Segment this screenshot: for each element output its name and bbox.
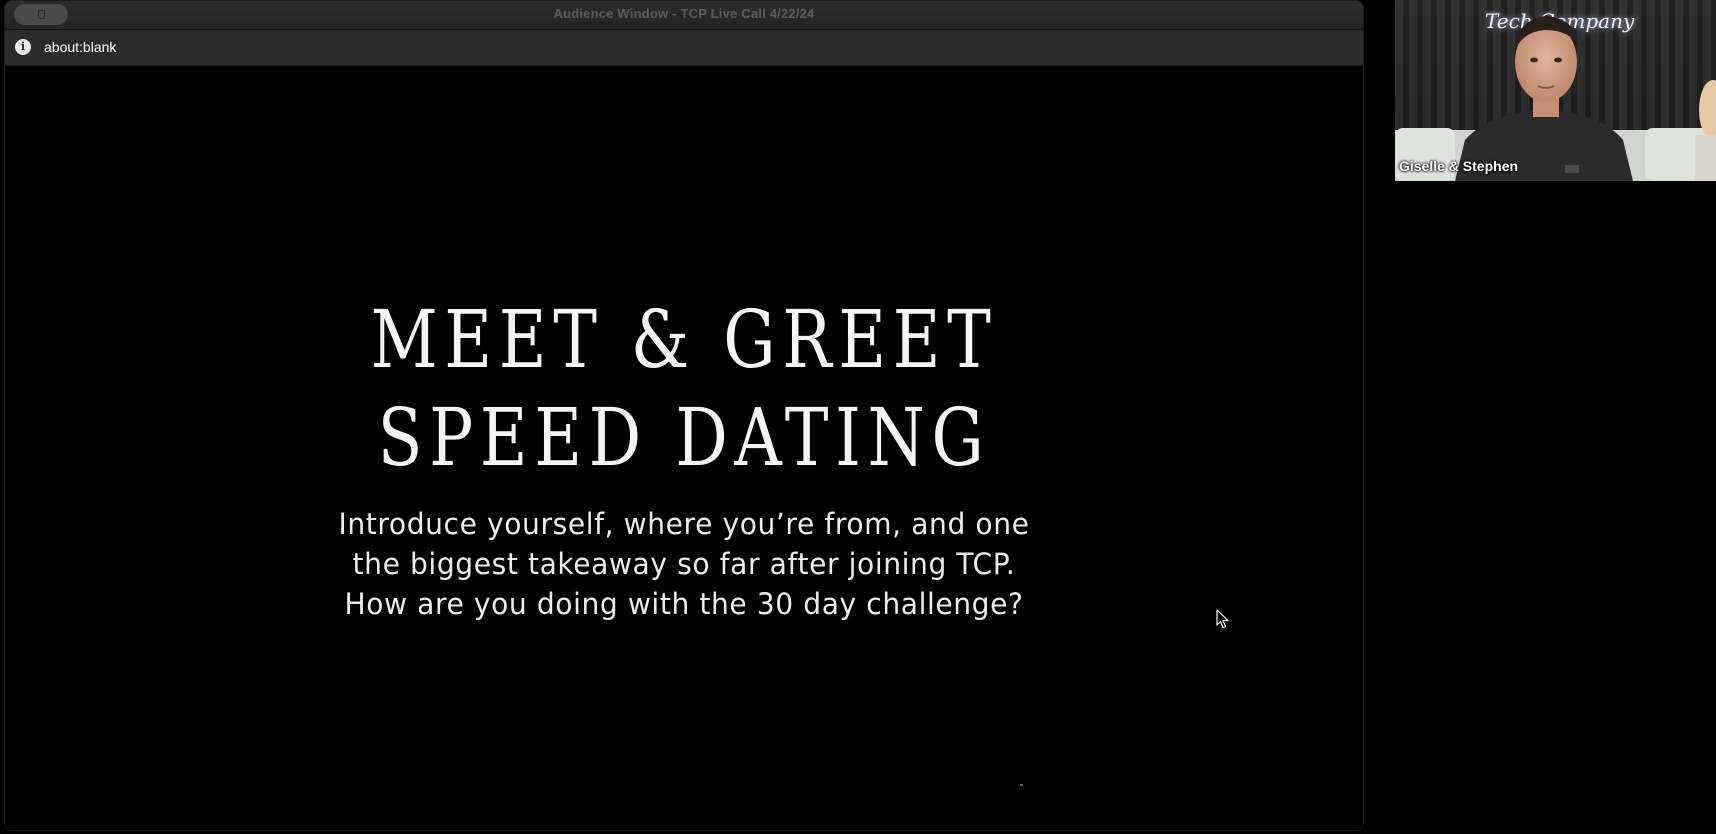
screen: Audience Window - TCP Live Call 4/22/24 … — [0, 0, 1716, 834]
presentation-slide: MEET & GREET SPEED DATING Introduce your… — [5, 66, 1363, 830]
slide-body-line-2: the biggest takeaway so far after joinin… — [352, 547, 1016, 581]
address-bar[interactable]: i about:blank — [5, 30, 1363, 66]
slide-body-line-3: How are you doing with the 30 day challe… — [344, 587, 1024, 621]
participant-video-feed: Tech Company — [1395, 0, 1716, 181]
info-circle-icon[interactable]: i — [15, 39, 31, 55]
slide-speck — [1020, 784, 1023, 786]
slide-body: Introduce yourself, where you’re from, a… — [25, 504, 1342, 624]
participant-name-label: Giselle & Stephen — [1399, 158, 1519, 174]
slide-title-line-2: SPEED DATING — [377, 391, 991, 484]
slide-title: MEET & GREET SPEED DATING — [127, 291, 1241, 487]
slide-title-line-1: MEET & GREET — [370, 293, 998, 386]
slide-body-line-1: Introduce yourself, where you’re from, a… — [338, 507, 1030, 541]
mouse-pointer-icon — [1216, 609, 1229, 629]
url-field[interactable]: about:blank — [44, 39, 116, 55]
participant-video-tile[interactable]: Tech Company Giselle & Stephen — [1395, 0, 1716, 181]
title-bar[interactable]: Audience Window - TCP Live Call 4/22/24 — [5, 1, 1363, 30]
browser-window: Audience Window - TCP Live Call 4/22/24 … — [4, 0, 1364, 831]
window-title: Audience Window - TCP Live Call 4/22/24 — [553, 6, 815, 21]
